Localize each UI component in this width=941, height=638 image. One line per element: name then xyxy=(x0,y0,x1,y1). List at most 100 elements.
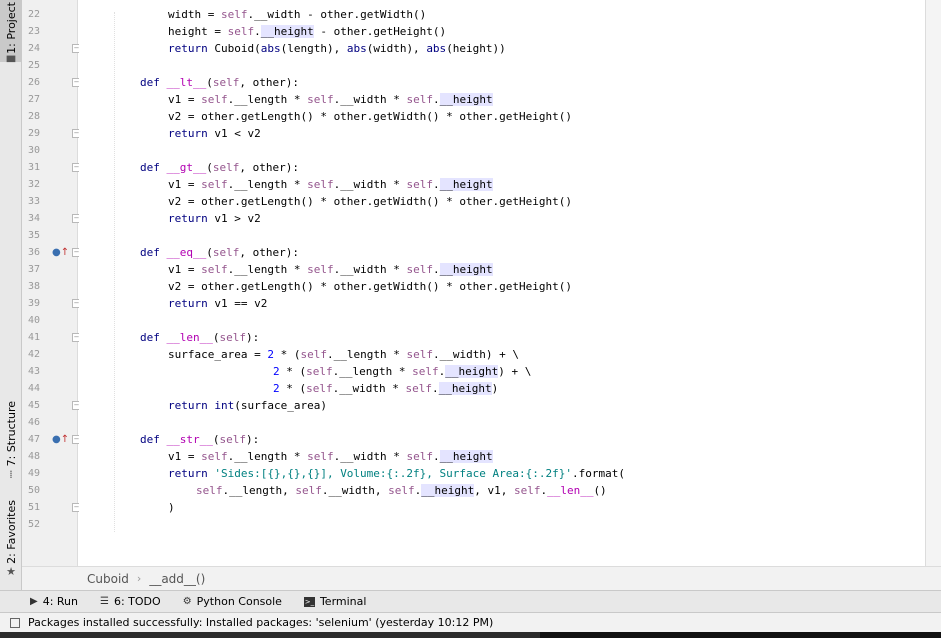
code-token: __height xyxy=(439,450,493,463)
code-token: v1 = xyxy=(168,93,202,106)
line-number: 49 xyxy=(28,468,41,479)
status-toggle-icon[interactable] xyxy=(10,617,20,628)
code-line[interactable]: def __len__(self): xyxy=(140,329,259,346)
code-line[interactable]: 2 * (self.__length * self.__height) + \ xyxy=(273,363,531,380)
breadcrumb-class[interactable]: Cuboid xyxy=(87,572,129,586)
editor-scrollbar[interactable] xyxy=(925,0,941,566)
code-line[interactable]: return v1 < v2 xyxy=(168,125,261,142)
code-token: def xyxy=(140,246,167,259)
code-token: self xyxy=(513,484,541,497)
code-token: self xyxy=(295,484,322,497)
code-token: __gt__ xyxy=(166,161,207,174)
code-token: self xyxy=(306,365,333,378)
line-number: 40 xyxy=(28,315,41,326)
code-line[interactable]: def __str__(self): xyxy=(140,431,259,448)
star-icon: ★ xyxy=(6,565,16,579)
breadcrumb-method[interactable]: __add__() xyxy=(149,572,205,586)
code-token: self xyxy=(212,76,240,89)
code-line[interactable]: v1 = self.__length * self.__width * self… xyxy=(168,448,493,465)
code-token: 2 xyxy=(267,348,274,361)
editor-gutter[interactable]: 22 23 24−25 26−27 28 29−30 31−32 33 34−35 36− ●↑ 37… xyxy=(22,0,81,566)
line-number: 24 xyxy=(28,43,41,54)
code-token: v1 < v2 xyxy=(214,127,261,140)
line-number: 48 xyxy=(28,451,41,462)
code-token: Cuboid( xyxy=(214,42,261,55)
code-token: , other): xyxy=(239,161,299,174)
code-token: . xyxy=(432,93,440,106)
code-token: 2 xyxy=(273,365,280,378)
code-token: self xyxy=(406,263,433,276)
tool-window-run[interactable]: ▶ 4: Run xyxy=(30,595,78,608)
code-line[interactable]: v1 = self.__length * self.__width * self… xyxy=(168,91,493,108)
tool-window-todo[interactable]: ☰ 6: TODO xyxy=(100,595,161,608)
tool-window-bar: ▶ 4: Run ☰ 6: TODO ⚙ Python Console >_ Terminal xyxy=(0,590,941,612)
code-token: (surface_area) xyxy=(234,399,327,412)
code-token: , v1, xyxy=(474,484,514,497)
code-token: self xyxy=(306,382,333,395)
code-line[interactable]: def __eq__(self, other): xyxy=(140,244,299,261)
code-token: v1 > v2 xyxy=(214,212,261,225)
code-token: self xyxy=(307,263,334,276)
code-token: self xyxy=(212,161,240,174)
code-token: self xyxy=(201,178,228,191)
code-token: .__width - other.getWidth() xyxy=(247,8,427,21)
tab-structure[interactable]: 7: Structure ⁞ xyxy=(0,400,22,482)
status-message[interactable]: Packages installed successfully: Install… xyxy=(28,616,493,629)
code-line[interactable]: surface_area = 2 * (self.__length * self… xyxy=(168,346,519,363)
code-token: self xyxy=(307,450,334,463)
code-token: v1 = xyxy=(168,263,202,276)
tool-window-python-console[interactable]: ⚙ Python Console xyxy=(183,595,282,608)
tool-window-terminal[interactable]: >_ Terminal xyxy=(303,595,366,608)
line-number: 47 xyxy=(28,434,41,445)
code-token: .__width * xyxy=(333,178,407,191)
code-token: self xyxy=(201,450,228,463)
line-number: 51 xyxy=(28,502,41,513)
line-number: 35 xyxy=(28,230,41,241)
tab-favorites-label: 2: Favorites xyxy=(4,499,18,564)
code-line[interactable]: v1 = self.__length * self.__width * self… xyxy=(168,261,493,278)
code-token: ): xyxy=(245,331,260,344)
code-line[interactable]: self.__length, self.__width, self.__heig… xyxy=(196,482,607,499)
line-number: 29 xyxy=(28,128,41,139)
code-line[interactable]: return v1 == v2 xyxy=(168,295,267,312)
code-line[interactable]: height = self.__height - other.getHeight… xyxy=(168,23,446,40)
code-token: (width), xyxy=(366,42,427,55)
code-line[interactable]: ) xyxy=(168,499,175,516)
code-line[interactable]: def __gt__(self, other): xyxy=(140,159,299,176)
code-editor[interactable]: width = self.__width - other.getWidth() h… xyxy=(79,0,925,566)
code-line[interactable]: return 'Sides:[{},{},{}], Volume:{:.2f},… xyxy=(168,465,625,482)
code-line[interactable]: def __lt__(self, other): xyxy=(140,74,299,91)
tab-project[interactable]: 1: Project ▀ xyxy=(0,0,22,68)
status-bar: Packages installed successfully: Install… xyxy=(0,612,941,632)
code-token: self xyxy=(201,263,228,276)
run-icon: ▶ xyxy=(30,596,38,607)
breadcrumb: Cuboid › __add__() xyxy=(22,566,941,590)
code-line[interactable]: v2 = other.getLength() * other.getWidth(… xyxy=(168,108,572,125)
code-token: __height xyxy=(439,178,493,191)
code-token: (length), xyxy=(280,42,347,55)
tab-favorites[interactable]: 2: Favorites ★ xyxy=(0,498,22,580)
code-line[interactable]: v1 = self.__length * self.__width * self… xyxy=(168,176,493,193)
code-token: abs xyxy=(346,42,367,55)
code-token: self xyxy=(406,450,433,463)
code-line[interactable]: return int(surface_area) xyxy=(168,397,327,414)
code-token: def xyxy=(140,76,167,89)
code-token: self xyxy=(406,93,433,106)
code-line[interactable]: v2 = other.getLength() * other.getWidth(… xyxy=(168,278,572,295)
line-number: 25 xyxy=(28,60,41,71)
line-number: 39 xyxy=(28,298,41,309)
terminal-icon: >_ xyxy=(303,596,315,607)
code-token: self xyxy=(212,246,240,259)
code-line[interactable]: 2 * (self.__width * self.__height) xyxy=(273,380,498,397)
override-marker-icon[interactable]: ●↑ xyxy=(52,244,69,261)
left-tool-strip: 1: Project ▀ 7: Structure ⁞ 2: Favorites… xyxy=(0,0,22,590)
code-line[interactable]: return Cuboid(abs(length), abs(width), a… xyxy=(168,40,506,57)
code-line[interactable]: width = self.__width - other.getWidth() xyxy=(168,6,426,23)
code-token: self xyxy=(227,25,255,38)
indent-guide xyxy=(114,12,115,532)
code-token: * ( xyxy=(273,348,301,361)
override-marker-icon[interactable]: ●↑ xyxy=(52,431,69,448)
code-line[interactable]: v2 = other.getLength() * other.getWidth(… xyxy=(168,193,572,210)
line-number: 22 xyxy=(28,9,41,20)
code-line[interactable]: return v1 > v2 xyxy=(168,210,261,227)
